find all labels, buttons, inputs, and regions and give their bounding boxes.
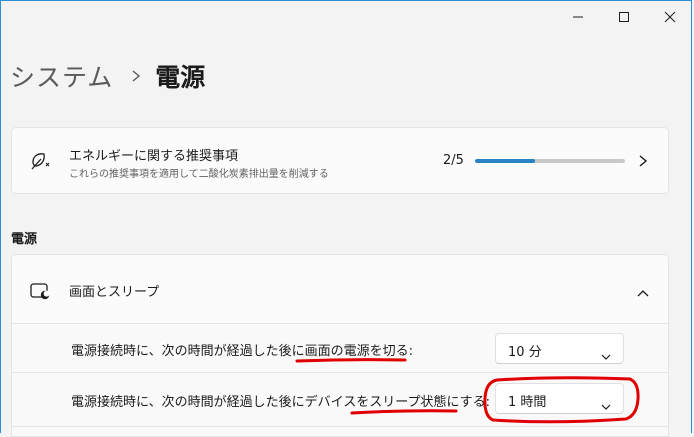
recommendations-subtitle: これらの推奨事項を適用して二酸化炭素排出量を削減する [69, 169, 329, 180]
screen-off-setting-row: 電源接続時に、次の時間が経過した後に画面の電源を切る: 10 分 [11, 323, 669, 373]
chevron-right-icon [638, 153, 648, 172]
sleep-dropdown[interactable]: 1 時間 [495, 383, 624, 414]
recommendations-count: 2/5 [443, 153, 464, 168]
recommendations-progress-bar [475, 159, 625, 163]
close-icon [664, 11, 676, 23]
sleep-value: 1 時間 [508, 395, 547, 410]
progress-fill [475, 159, 535, 163]
energy-recommendations-card[interactable]: エネルギーに関する推奨事項 これらの推奨事項を適用して二酸化炭素排出量を削減する… [11, 127, 669, 194]
next-setting-row [11, 427, 669, 437]
screen-off-dropdown[interactable]: 10 分 [495, 333, 624, 364]
screen-off-label: 電源接続時に、次の時間が経過した後に画面の電源を切る: [71, 344, 413, 359]
chevron-down-icon [601, 346, 611, 365]
section-label-power: 電源 [11, 232, 38, 247]
chevron-up-icon [636, 283, 650, 302]
page-title: 電源 [155, 63, 206, 92]
screen-sleep-expander[interactable]: 画面とスリープ [11, 254, 669, 324]
chevron-right-icon [131, 69, 141, 83]
maximize-icon [619, 12, 629, 22]
maximize-button[interactable] [601, 0, 647, 34]
breadcrumb: システム 電源 [10, 56, 205, 96]
screen-off-value: 10 分 [508, 345, 542, 360]
close-button[interactable] [647, 0, 693, 34]
minimize-icon [573, 16, 583, 18]
breadcrumb-parent[interactable]: システム [10, 58, 113, 94]
minimize-button[interactable] [555, 0, 601, 34]
recommendations-title: エネルギーに関する推奨事項 [69, 149, 239, 164]
chevron-down-icon [601, 396, 611, 415]
leaf-icon [29, 150, 51, 176]
sleep-setting-row: 電源接続時に、次の時間が経過した後にデバイスをスリープ状態にする: 1 時間 [11, 373, 669, 427]
sleep-label: 電源接続時に、次の時間が経過した後にデバイスをスリープ状態にする: [71, 395, 490, 410]
screen-sleep-title: 画面とスリープ [69, 285, 160, 300]
screen-sleep-icon [29, 281, 51, 305]
